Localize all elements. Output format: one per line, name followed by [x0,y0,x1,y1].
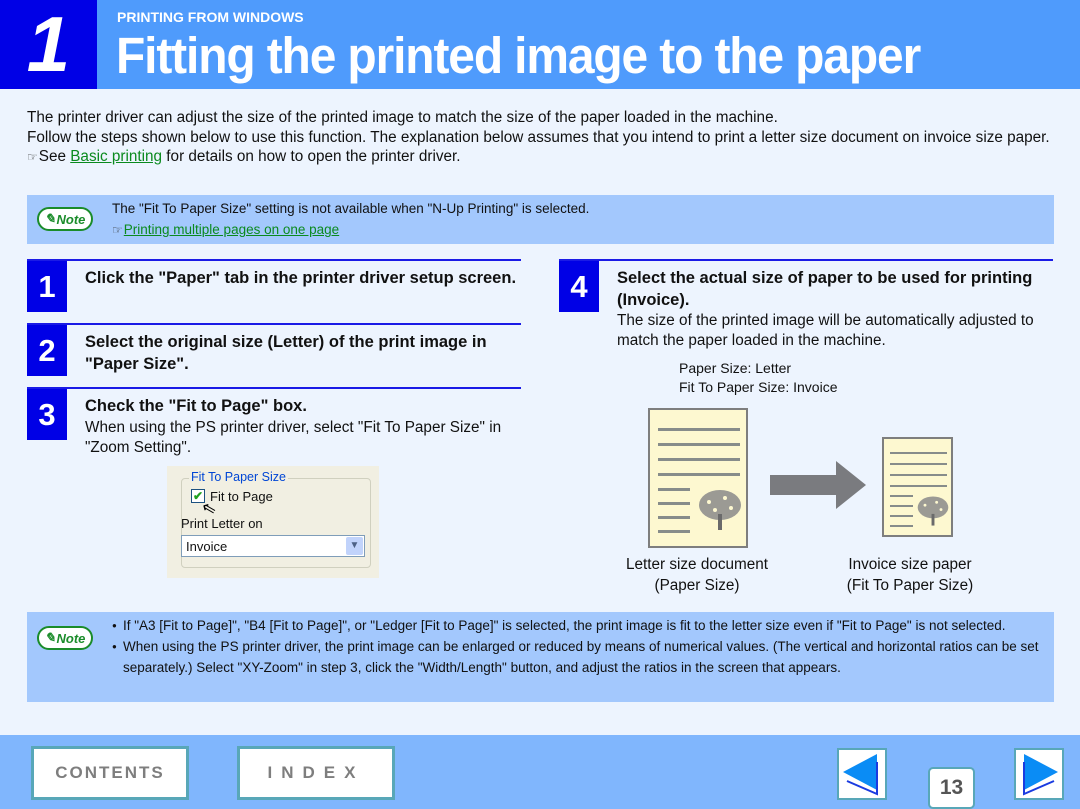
chevron-down-icon[interactable]: ▼ [346,537,363,555]
pointing-hand-icon: ☞ [27,150,38,164]
multiple-pages-link[interactable]: Printing multiple pages on one page [124,222,339,237]
note-box: ✎Note If "A3 [Fit to Page]", "B4 [Fit to… [27,612,1054,702]
fit-to-page-label: Fit to Page [210,489,273,504]
step-number: 3 [27,389,67,440]
note-box: ✎ Note The "Fit To Paper Size" setting is… [27,195,1054,244]
fit-size-line: Fit To Paper Size: Invoice [679,379,838,395]
triangle-right-icon [1023,754,1058,796]
note-bullet: If "A3 [Fit to Page]", "B4 [Fit to Page]… [112,615,1052,636]
group-label: Fit To Paper Size [189,470,288,484]
intro-line-2: Follow the steps shown below to use this… [27,128,1050,146]
paper-size-select[interactable]: Invoice ▼ [181,535,365,557]
step-4: 4 Select the actual size of paper to be … [559,259,1053,359]
basic-printing-link[interactable]: Basic printing [70,148,162,165]
page-title: Fitting the printed image to the paper [116,27,921,84]
step-2: 2 Select the original size (Letter) of t… [27,323,521,383]
invoice-caption: Invoice size paper (Fit To Paper Size) [846,556,974,594]
intro: The printer driver can adjust the size o… [27,108,1057,168]
intro-line-1: The printer driver can adjust the size o… [27,109,778,126]
select-value: Invoice [186,539,228,554]
note-bullets: If "A3 [Fit to Page]", "B4 [Fit to Page]… [112,615,1052,678]
step-title: Select the actual size of paper to be us… [617,269,1033,309]
letter-document-illustration [648,408,748,548]
step-body: When using the PS printer driver, select… [85,419,502,456]
note-bullet: When using the PS printer driver, the pr… [112,636,1052,678]
pencil-icon: ✎ [44,630,56,645]
step-3: 3 Check the "Fit to Page" box. When usin… [27,387,521,467]
print-on-label: Print Letter on [181,516,263,531]
step-number: 2 [27,325,67,376]
step-number: 4 [559,261,599,312]
step-divider [27,387,521,389]
pointing-hand-icon: ☞ [112,223,123,237]
step-title: Click the "Paper" tab in the printer dri… [85,269,517,287]
paper-size-line: Paper Size: Letter [679,360,792,376]
step-divider [27,323,521,325]
step-number: 1 [27,261,67,312]
page-number: 13 [928,767,975,809]
arrow-right-icon [770,461,866,509]
index-button[interactable]: INDEX [237,746,395,800]
step-1: 1 Click the "Paper" tab in the printer d… [27,259,521,319]
section-label: PRINTING FROM WINDOWS [117,9,304,25]
pencil-icon: ✎ [44,211,56,226]
note-badge: ✎ Note [37,626,93,650]
letter-caption: Letter size document (Paper Size) [626,556,768,594]
step-title: Select the original size (Letter) of the… [85,333,487,373]
step-divider [559,259,1053,261]
triangle-left-icon [843,754,878,796]
contents-button[interactable]: CONTENTS [31,746,189,800]
previous-page-button[interactable] [837,748,887,800]
chapter-number: 1 [0,0,97,89]
note-text: The "Fit To Paper Size" setting is not a… [112,201,590,237]
invoice-paper-illustration [882,437,953,537]
fit-to-paper-dialog: Fit To Paper Size ✔ Fit to Page ⇖ Print … [167,466,379,578]
step-body: The size of the printed image will be au… [617,312,1034,349]
page-header: 1 PRINTING FROM WINDOWS Fitting the prin… [0,0,1080,89]
tree-icon [699,490,741,530]
step-divider [27,259,521,261]
note-badge: ✎ Note [37,207,93,231]
footer-nav: CONTENTS INDEX 13 [0,735,1080,809]
paper-info: Paper Size: Letter Fit To Paper Size: In… [679,359,837,397]
tree-icon [917,496,949,526]
step-title: Check the "Fit to Page" box. [85,397,307,415]
see-reference: ☞See Basic printing for details on how t… [27,148,461,165]
next-page-button[interactable] [1014,748,1064,800]
